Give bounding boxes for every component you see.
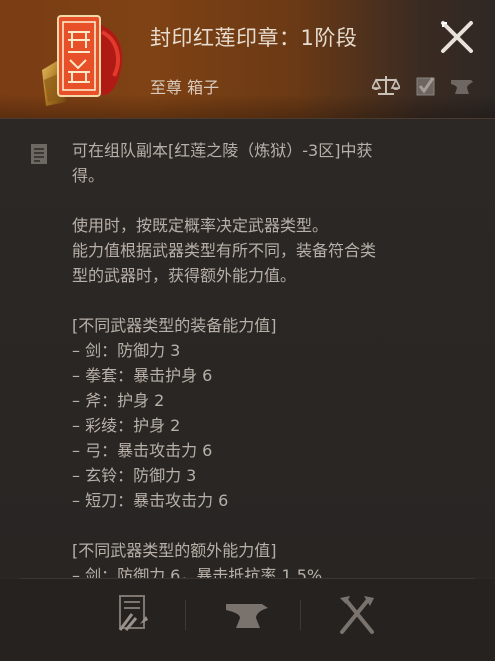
description-line: [不同武器类型的装备能力值] [72, 316, 277, 335]
description-line: – 短刀：暴击攻击力 6 [72, 491, 229, 510]
tools-icon[interactable] [330, 590, 384, 638]
item-grade-type: 至尊 箱子 [150, 78, 220, 97]
scale-icon[interactable] [372, 74, 400, 98]
anvil-icon[interactable] [449, 74, 475, 98]
description-line: 型的武器时，获得额外能力值。 [72, 266, 297, 285]
close-icon[interactable] [438, 18, 476, 56]
description-line: 得。 [72, 166, 105, 185]
description-line: 使用时，按既定概率决定武器类型。 [72, 216, 329, 235]
description-line: – 剑：防御力 3 [72, 341, 181, 360]
footer-separator [185, 600, 186, 630]
description-line: – 拳套：暴击护身 6 [72, 366, 213, 385]
description-line: 可在组队副本[红莲之陵（炼狱）-3区]中获 [72, 141, 373, 160]
document-icon [31, 144, 47, 164]
description-line: – 彩绫：护身 2 [72, 416, 181, 435]
description-line: – 弓：暴击攻击力 6 [72, 441, 213, 460]
description-line: – 斧：护身 2 [72, 391, 165, 410]
item-tooltip-panel: 封印红莲印章：1阶段 至尊 箱子 可在组队副本[红莲之陵（炼狱）-3区]中获 得。… [0, 0, 495, 661]
card-icon[interactable] [106, 590, 160, 638]
description-line: 能力值根据武器类型有所不同，装备符合类 [72, 241, 377, 260]
checkbox-icon[interactable] [415, 74, 437, 98]
footer-separator [300, 600, 301, 630]
anvil-icon[interactable] [220, 590, 274, 638]
seal-stamp-icon [42, 15, 123, 106]
description-line: [不同武器类型的额外能力值] [72, 541, 277, 560]
description-line: – 玄铃：防御力 3 [72, 466, 197, 485]
item-title: 封印红莲印章：1阶段 [150, 26, 358, 50]
item-description: 可在组队副本[红莲之陵（炼狱）-3区]中获 得。使用时，按既定概率决定武器类型。能… [72, 138, 472, 588]
